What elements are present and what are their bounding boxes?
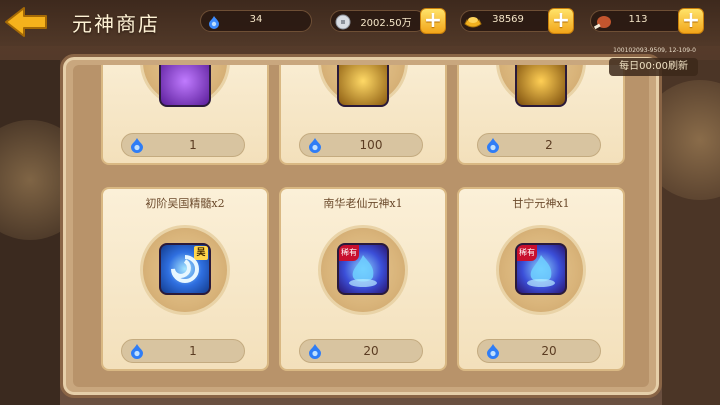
shop-item-card[interactable]: 初阶吴国精髓x2 吴 1: [101, 187, 269, 371]
price-value: 20: [541, 344, 557, 358]
resource-silver: 2002.50万: [330, 10, 426, 32]
top-bar: 元神商店 34 2002.50万 + 38569 + 113 +: [0, 0, 720, 46]
price-bar: 20: [299, 339, 423, 363]
swirl-icon: [171, 255, 199, 283]
page-title: 元神商店: [72, 12, 160, 36]
back-button[interactable]: [4, 6, 48, 38]
resource-gold-value: 38569: [492, 14, 524, 25]
gold-orb-icon: [337, 65, 389, 107]
wu-essence-icon: 吴: [159, 243, 211, 295]
price-value: 1: [189, 138, 197, 152]
price-bar: 1: [121, 339, 245, 363]
back-arrow-icon: [5, 7, 47, 37]
gold-orb-icon: [515, 65, 567, 107]
purple-orb-icon: [159, 65, 211, 107]
shop-item-card[interactable]: 甘宁元神x1 稀有 20: [457, 187, 625, 371]
shop-item-card[interactable]: 南华老仙元神x1 稀有 20: [279, 187, 447, 371]
resource-silver-value: 2002.50万: [360, 18, 412, 29]
resource-spirit-value: 34: [249, 14, 263, 25]
blue-spirit-icon: 稀有: [515, 243, 567, 295]
add-gold-button[interactable]: +: [548, 8, 574, 34]
resource-spirit: 34: [200, 10, 312, 32]
add-stamina-button[interactable]: +: [678, 8, 704, 34]
price-value: 100: [359, 138, 383, 152]
price-bar: 20: [477, 339, 601, 363]
shop-item-card[interactable]: 2: [457, 65, 625, 165]
item-name: 初阶吴国精髓x2: [145, 197, 225, 210]
price-value: 1: [189, 344, 197, 358]
price-bar: 1: [121, 133, 245, 157]
resource-gold: 38569: [460, 10, 556, 32]
server-id-text: 100102093-9509, 12-109-0: [613, 47, 696, 54]
item-name: 南华老仙元神x1: [323, 197, 403, 210]
item-name: 甘宁元神x1: [512, 197, 570, 210]
price-value: 2: [545, 138, 553, 152]
price-bar: 100: [299, 133, 423, 157]
shop-item-card[interactable]: 1: [101, 65, 269, 165]
refresh-time-label: 每日00:00刷新: [609, 58, 698, 76]
resource-stamina: 113: [590, 10, 686, 32]
resource-stamina-value: 113: [628, 14, 648, 25]
blue-spirit-icon: 稀有: [337, 243, 389, 295]
spirit-flame-icon: [349, 255, 377, 287]
price-bar: 2: [477, 133, 601, 157]
price-value: 20: [363, 344, 379, 358]
shop-item-grid[interactable]: 1 100 2 初阶吴国精髓x2 吴 1 南华老仙元神x1 稀有 20 甘宁元神…: [73, 65, 649, 387]
spirit-flame-icon: [527, 255, 555, 287]
shop-item-card[interactable]: 100: [279, 65, 447, 165]
add-silver-button[interactable]: +: [420, 8, 446, 34]
shop-panel: 1 100 2 初阶吴国精髓x2 吴 1 南华老仙元神x1 稀有 20 甘宁元神…: [60, 54, 662, 398]
